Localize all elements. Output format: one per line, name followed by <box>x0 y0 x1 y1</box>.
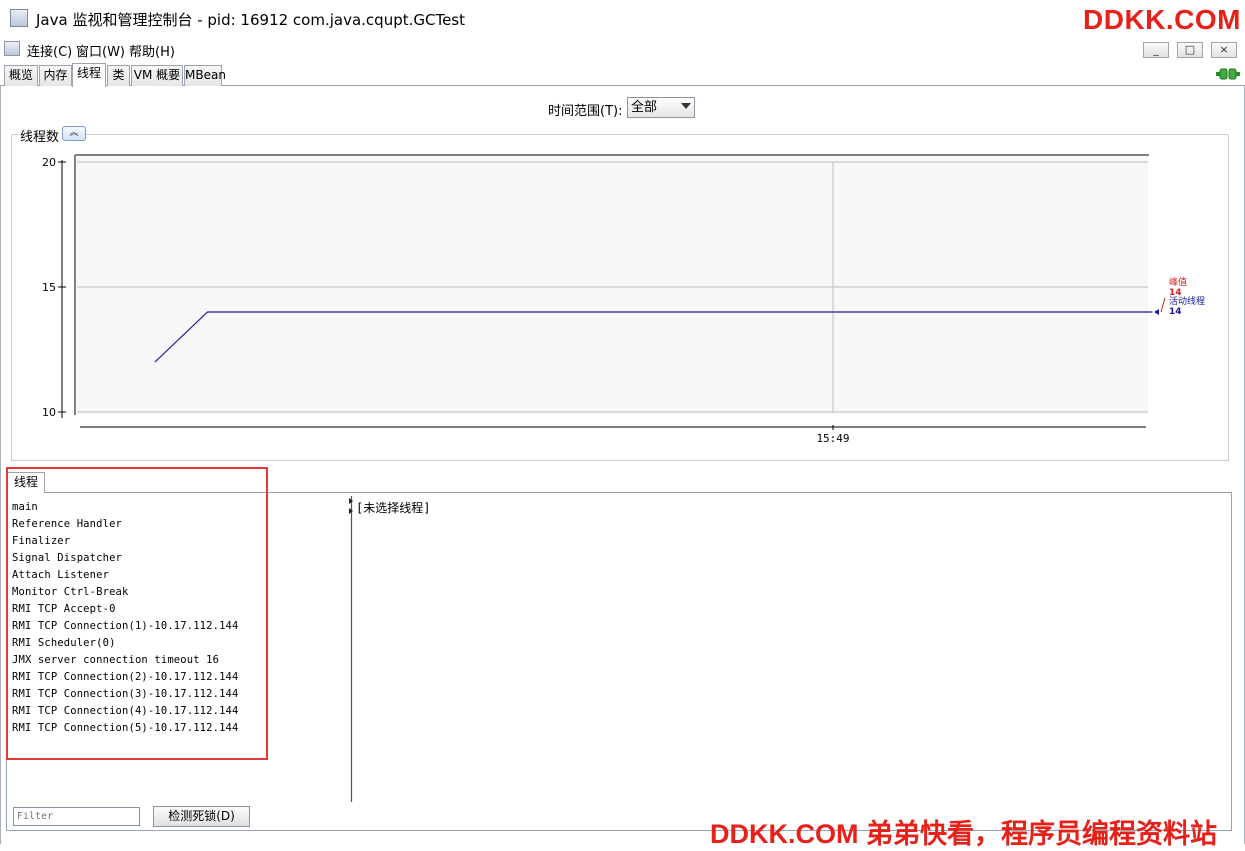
thread-list-item[interactable]: RMI Scheduler(0) <box>12 635 239 652</box>
thread-list-item[interactable]: RMI TCP Connection(3)-10.17.112.144 <box>12 686 239 703</box>
thread-list-item[interactable]: JMX server connection timeout 16 <box>12 652 239 669</box>
tab-overview[interactable]: 概览 <box>4 65 38 86</box>
double-chevron-up-icon[interactable]: ︽ <box>62 126 86 141</box>
split-pane-divider[interactable] <box>349 496 354 802</box>
watermark-top: DDKK.COM <box>1083 4 1241 35</box>
detect-deadlock-button[interactable]: 检测死锁(D) <box>153 806 250 827</box>
menu-window[interactable]: 窗口(W) <box>76 41 125 60</box>
thread-count-title: 线程数 <box>18 126 64 145</box>
tab-mbean[interactable]: MBean <box>184 65 226 86</box>
tab-vm-summary[interactable]: VM 概要 <box>131 65 183 86</box>
thread-detail: [未选择线程] <box>356 501 431 515</box>
thread-list-item[interactable]: Attach Listener <box>12 567 239 584</box>
thread-list-item[interactable]: RMI TCP Accept-0 <box>12 601 239 618</box>
tab-threads[interactable]: 线程 <box>72 63 106 87</box>
window-title: Java 监视和管理控制台 - pid: 16912 com.java.cqup… <box>36 11 466 29</box>
thread-list-item[interactable]: Monitor Ctrl-Break <box>12 584 239 601</box>
filter-input[interactable] <box>13 807 140 826</box>
connection-status-icon[interactable] <box>1216 67 1240 81</box>
thread-list-item[interactable]: main <box>12 499 239 516</box>
java-cup-icon <box>10 9 28 27</box>
thread-list-item[interactable]: RMI TCP Connection(2)-10.17.112.144 <box>12 669 239 686</box>
thread-list-item[interactable]: Finalizer <box>12 533 239 550</box>
menu-connection[interactable]: 连接(C) <box>27 41 72 60</box>
thread-list[interactable]: main Reference Handler Finalizer Signal Dis… <box>12 499 239 737</box>
internal-frame-icon[interactable] <box>4 41 20 56</box>
close-button[interactable]: × <box>1211 42 1237 58</box>
thread-list-item[interactable]: Reference Handler <box>12 516 239 533</box>
thread-list-item[interactable]: Signal Dispatcher <box>12 550 239 567</box>
thread-list-item[interactable]: RMI TCP Connection(1)-10.17.112.144 <box>12 618 239 635</box>
chevron-down-icon[interactable] <box>681 103 691 109</box>
thread-list-item[interactable]: RMI TCP Connection(4)-10.17.112.144 <box>12 703 239 720</box>
thread-count-panel <box>11 134 1229 461</box>
threads-list-tab[interactable]: 线程 <box>7 472 45 493</box>
menu-help[interactable]: 帮助(H) <box>129 41 175 60</box>
tab-memory[interactable]: 内存 <box>39 65 72 86</box>
time-range-label: 时间范围(T): <box>548 104 623 119</box>
restore-button[interactable]: □ <box>1177 42 1203 58</box>
minimize-button[interactable]: _ <box>1143 42 1169 58</box>
thread-list-item[interactable]: RMI TCP Connection(5)-10.17.112.144 <box>12 720 239 737</box>
tab-classes[interactable]: 类 <box>107 65 130 86</box>
menu-bar <box>0 38 1245 60</box>
watermark-bottom: DDKK.COM 弟弟快看，程序员编程资料站 <box>710 819 1217 849</box>
